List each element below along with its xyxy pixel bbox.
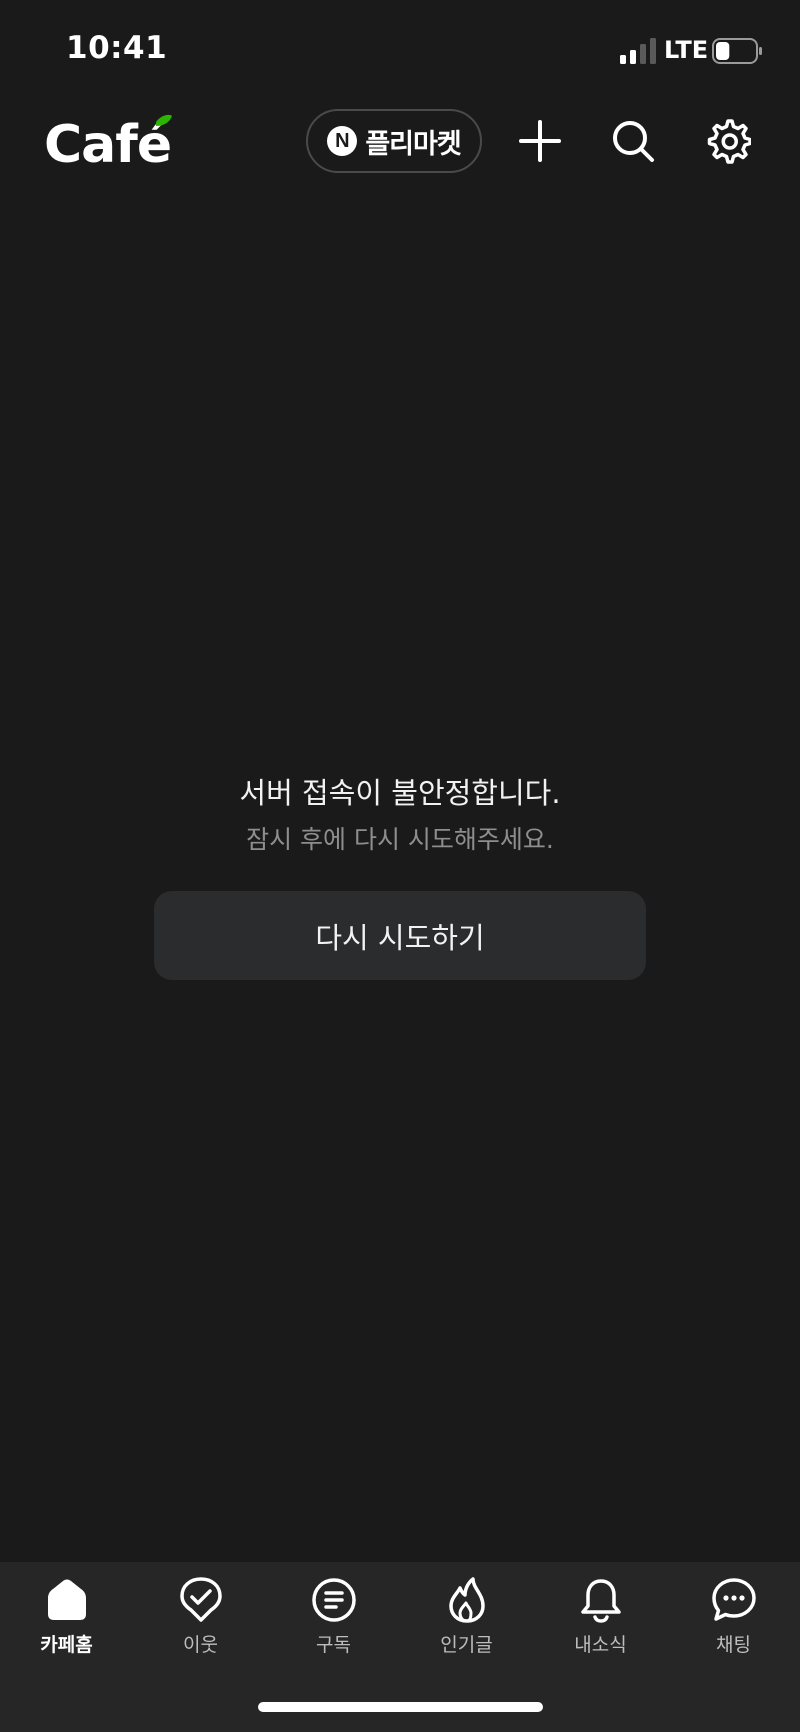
app-header: Café N 플리마켓 xyxy=(0,100,800,200)
tab-label: 인기글 xyxy=(440,1634,493,1656)
home-icon xyxy=(47,1579,86,1620)
network-type: LTE xyxy=(664,36,709,64)
tab-chat[interactable]: 채팅 xyxy=(667,1576,800,1676)
list-circle-icon xyxy=(311,1578,356,1622)
tab-cafe-home[interactable]: 카페홈 xyxy=(0,1576,133,1676)
status-time: 10:41 xyxy=(66,30,168,66)
battery-icon xyxy=(712,38,762,64)
search-icon[interactable] xyxy=(610,118,656,164)
tab-subscribe[interactable]: 구독 xyxy=(267,1576,400,1676)
tab-popular[interactable]: 인기글 xyxy=(400,1576,533,1676)
flame-icon xyxy=(448,1577,485,1623)
cafe-logo[interactable]: Café xyxy=(44,112,174,175)
check-pin-icon xyxy=(179,1577,222,1622)
cafe-logo-text: Café xyxy=(44,115,171,175)
gear-icon[interactable] xyxy=(705,118,751,164)
flea-market-button[interactable]: N 플리마켓 xyxy=(306,109,482,173)
cafe-logo-mark: Café xyxy=(44,114,172,175)
tab-label: 카페홈 xyxy=(40,1634,93,1656)
tab-label: 내소식 xyxy=(574,1634,627,1656)
error-subtitle: 잠시 후에 다시 시도해주세요. xyxy=(246,825,554,854)
bell-icon xyxy=(580,1579,621,1623)
naver-n-badge: N xyxy=(327,126,358,156)
flea-market-label: 플리마켓 xyxy=(365,128,461,160)
plus-icon[interactable] xyxy=(517,118,563,164)
tab-notifications[interactable]: 내소식 xyxy=(534,1576,667,1676)
tab-label: 채팅 xyxy=(716,1634,751,1656)
signal-strength-icon xyxy=(620,38,656,64)
retry-button[interactable]: 다시 시도하기 xyxy=(154,891,646,980)
tab-neighbors[interactable]: 이웃 xyxy=(134,1576,267,1676)
tab-label: 구독 xyxy=(316,1634,351,1656)
chat-bubble-icon xyxy=(711,1578,756,1621)
home-indicator[interactable] xyxy=(258,1702,543,1712)
tab-label: 이웃 xyxy=(183,1634,218,1656)
status-bar: 10:41 LTE xyxy=(0,0,800,100)
error-title: 서버 접속이 불안정합니다. xyxy=(239,776,561,810)
